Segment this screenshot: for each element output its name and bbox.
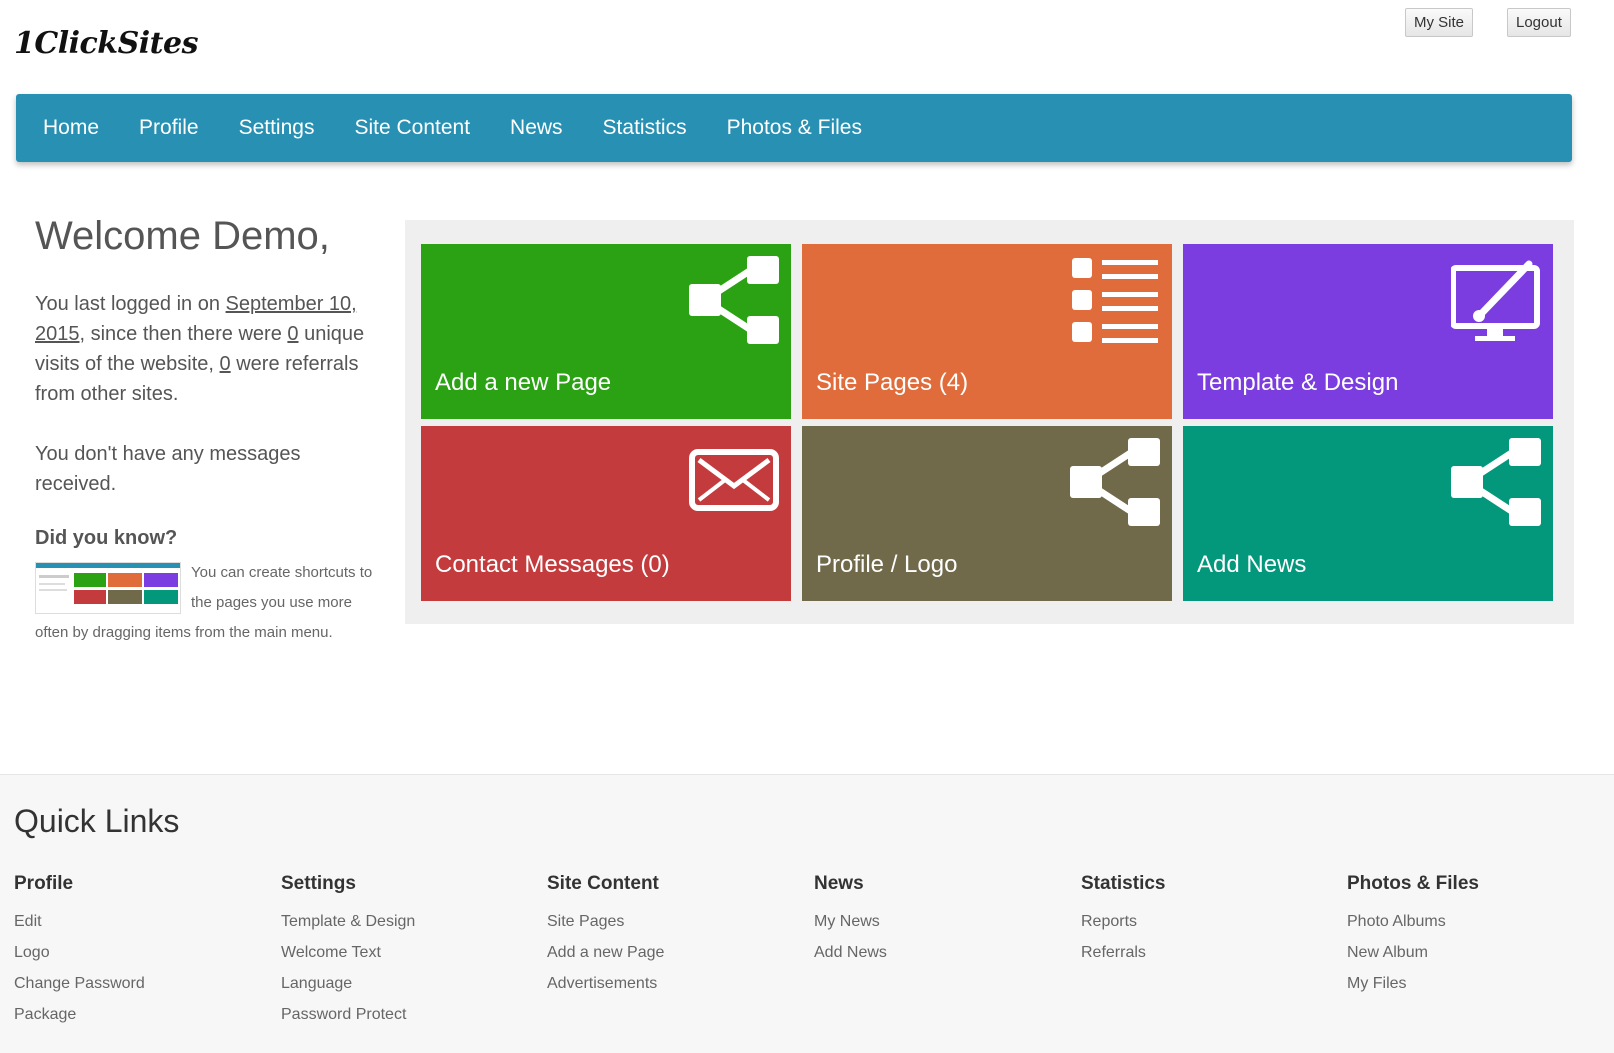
quick-link-language[interactable]: Language bbox=[281, 975, 415, 1006]
quick-link-change-password[interactable]: Change Password bbox=[14, 975, 145, 1006]
messages-text: You don't have any messages received. bbox=[35, 443, 301, 495]
tile-contact-messages[interactable]: Contact Messages (0) bbox=[421, 426, 791, 601]
visits-count: 0 bbox=[287, 323, 299, 345]
tile-label: Contact Messages (0) bbox=[435, 551, 670, 578]
quick-link-my-files[interactable]: My Files bbox=[1347, 975, 1479, 1006]
last-login-text: You last logged in on September 10, 2015… bbox=[35, 289, 385, 409]
quick-link-referrals[interactable]: Referrals bbox=[1081, 944, 1165, 975]
welcome-title: Welcome Demo, bbox=[35, 214, 330, 258]
envelope-icon bbox=[689, 449, 779, 511]
quick-link-logo[interactable]: Logo bbox=[14, 944, 145, 975]
quick-link-photo-albums[interactable]: Photo Albums bbox=[1347, 913, 1479, 944]
quick-link-password-protect[interactable]: Password Protect bbox=[281, 1006, 415, 1037]
shortcut-preview-image bbox=[35, 562, 181, 614]
quick-link-my-news[interactable]: My News bbox=[814, 913, 887, 944]
quick-links-column-settings: Settings Template & Design Welcome Text … bbox=[281, 873, 415, 1037]
monitor-brush-icon bbox=[1451, 260, 1540, 341]
tile-site-pages[interactable]: Site Pages (4) bbox=[802, 244, 1172, 419]
nav-news[interactable]: News bbox=[510, 116, 563, 140]
share-icon bbox=[1451, 438, 1541, 526]
did-you-know: You can create shortcuts to the pages yo… bbox=[35, 558, 385, 648]
quick-links-heading: Profile bbox=[14, 873, 74, 894]
tile-label: Profile / Logo bbox=[816, 551, 958, 578]
tile-label: Template & Design bbox=[1197, 369, 1399, 396]
quick-link-add-page[interactable]: Add a new Page bbox=[547, 944, 664, 975]
site-logo[interactable]: 1ClickSites bbox=[14, 26, 199, 61]
nav-settings[interactable]: Settings bbox=[239, 116, 315, 140]
quick-link-package[interactable]: Package bbox=[14, 1006, 145, 1037]
quick-links-column-profile: Profile Edit Logo Change Password Packag… bbox=[14, 873, 145, 1037]
quick-links-column-site-content: Site Content Site Pages Add a new Page A… bbox=[547, 873, 664, 1006]
tile-panel: Add a new Page Site Pages (4) Template &… bbox=[405, 220, 1574, 624]
nav-photos-files[interactable]: Photos & Files bbox=[727, 116, 862, 140]
quick-link-advertisements[interactable]: Advertisements bbox=[547, 975, 664, 1006]
nav-site-content[interactable]: Site Content bbox=[354, 116, 470, 140]
last-login-prefix: You last logged in on bbox=[35, 293, 226, 315]
did-you-know-title: Did you know? bbox=[35, 527, 178, 549]
quick-links-section: Quick Links Profile Edit Logo Change Pas… bbox=[0, 774, 1614, 1053]
main-nav: Home Profile Settings Site Content News … bbox=[16, 94, 1572, 162]
share-icon bbox=[1070, 438, 1160, 526]
quick-link-site-pages[interactable]: Site Pages bbox=[547, 913, 664, 944]
logout-button[interactable]: Logout bbox=[1507, 8, 1571, 37]
referrals-count: 0 bbox=[219, 353, 231, 375]
quick-links-heading: Statistics bbox=[1081, 873, 1166, 894]
quick-links-column-news: News My News Add News bbox=[814, 873, 887, 975]
quick-links-column-statistics: Statistics Reports Referrals bbox=[1081, 873, 1165, 975]
tile-label: Add News bbox=[1197, 551, 1307, 578]
quick-links-heading: Site Content bbox=[547, 873, 659, 894]
tile-add-news[interactable]: Add News bbox=[1183, 426, 1553, 601]
quick-links-heading: Settings bbox=[281, 873, 356, 894]
quick-links-heading: News bbox=[814, 873, 864, 894]
nav-statistics[interactable]: Statistics bbox=[603, 116, 687, 140]
tile-profile-logo[interactable]: Profile / Logo bbox=[802, 426, 1172, 601]
quick-links-column-photos-files: Photos & Files Photo Albums New Album My… bbox=[1347, 873, 1479, 1006]
share-icon bbox=[689, 256, 779, 344]
nav-profile[interactable]: Profile bbox=[139, 116, 199, 140]
tile-label: Site Pages (4) bbox=[816, 369, 969, 396]
welcome-panel: Welcome Demo, You last logged in on Sept… bbox=[35, 214, 385, 648]
since-text: , since then there were bbox=[79, 323, 288, 345]
list-icon bbox=[1072, 258, 1158, 343]
quick-link-edit[interactable]: Edit bbox=[14, 913, 145, 944]
quick-link-reports[interactable]: Reports bbox=[1081, 913, 1165, 944]
quick-link-new-album[interactable]: New Album bbox=[1347, 944, 1479, 975]
tile-label: Add a new Page bbox=[435, 369, 612, 396]
quick-link-template-design[interactable]: Template & Design bbox=[281, 913, 415, 944]
nav-home[interactable]: Home bbox=[43, 116, 99, 140]
quick-links-title: Quick Links bbox=[14, 803, 180, 839]
quick-link-welcome-text[interactable]: Welcome Text bbox=[281, 944, 415, 975]
quick-link-add-news[interactable]: Add News bbox=[814, 944, 887, 975]
my-site-button[interactable]: My Site bbox=[1405, 8, 1474, 37]
quick-links-heading: Photos & Files bbox=[1347, 873, 1479, 894]
tile-add-page[interactable]: Add a new Page bbox=[421, 244, 791, 419]
tile-template-design[interactable]: Template & Design bbox=[1183, 244, 1553, 419]
